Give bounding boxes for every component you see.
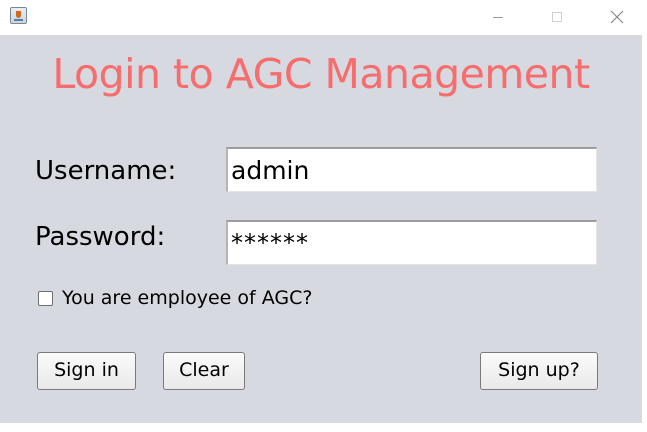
employee-checkbox-label[interactable]: You are employee of AGC? <box>62 286 312 310</box>
page-title: Login to AGC Management <box>52 50 590 98</box>
username-field[interactable] <box>226 147 597 192</box>
password-field[interactable] <box>226 220 597 265</box>
clear-button[interactable]: Clear <box>163 352 245 390</box>
maximize-button <box>534 0 580 34</box>
maximize-icon <box>552 12 562 22</box>
close-icon <box>610 10 624 24</box>
employee-checkbox[interactable] <box>38 291 53 306</box>
login-panel: Login to AGC Management Username: Passwo… <box>0 35 642 423</box>
password-label: Password: <box>35 222 166 252</box>
title-bar[interactable] <box>0 0 647 35</box>
window-border-bottom <box>0 423 642 432</box>
username-label: Username: <box>35 156 177 186</box>
java-cup-icon <box>10 7 27 24</box>
minimize-button[interactable] <box>475 0 521 34</box>
login-window: Login to AGC Management Username: Passwo… <box>0 0 647 432</box>
window-border-right <box>642 35 647 432</box>
minimize-icon <box>493 17 503 18</box>
sign-in-button[interactable]: Sign in <box>37 352 136 390</box>
sign-up-button[interactable]: Sign up? <box>480 352 598 390</box>
close-button[interactable] <box>593 0 639 34</box>
